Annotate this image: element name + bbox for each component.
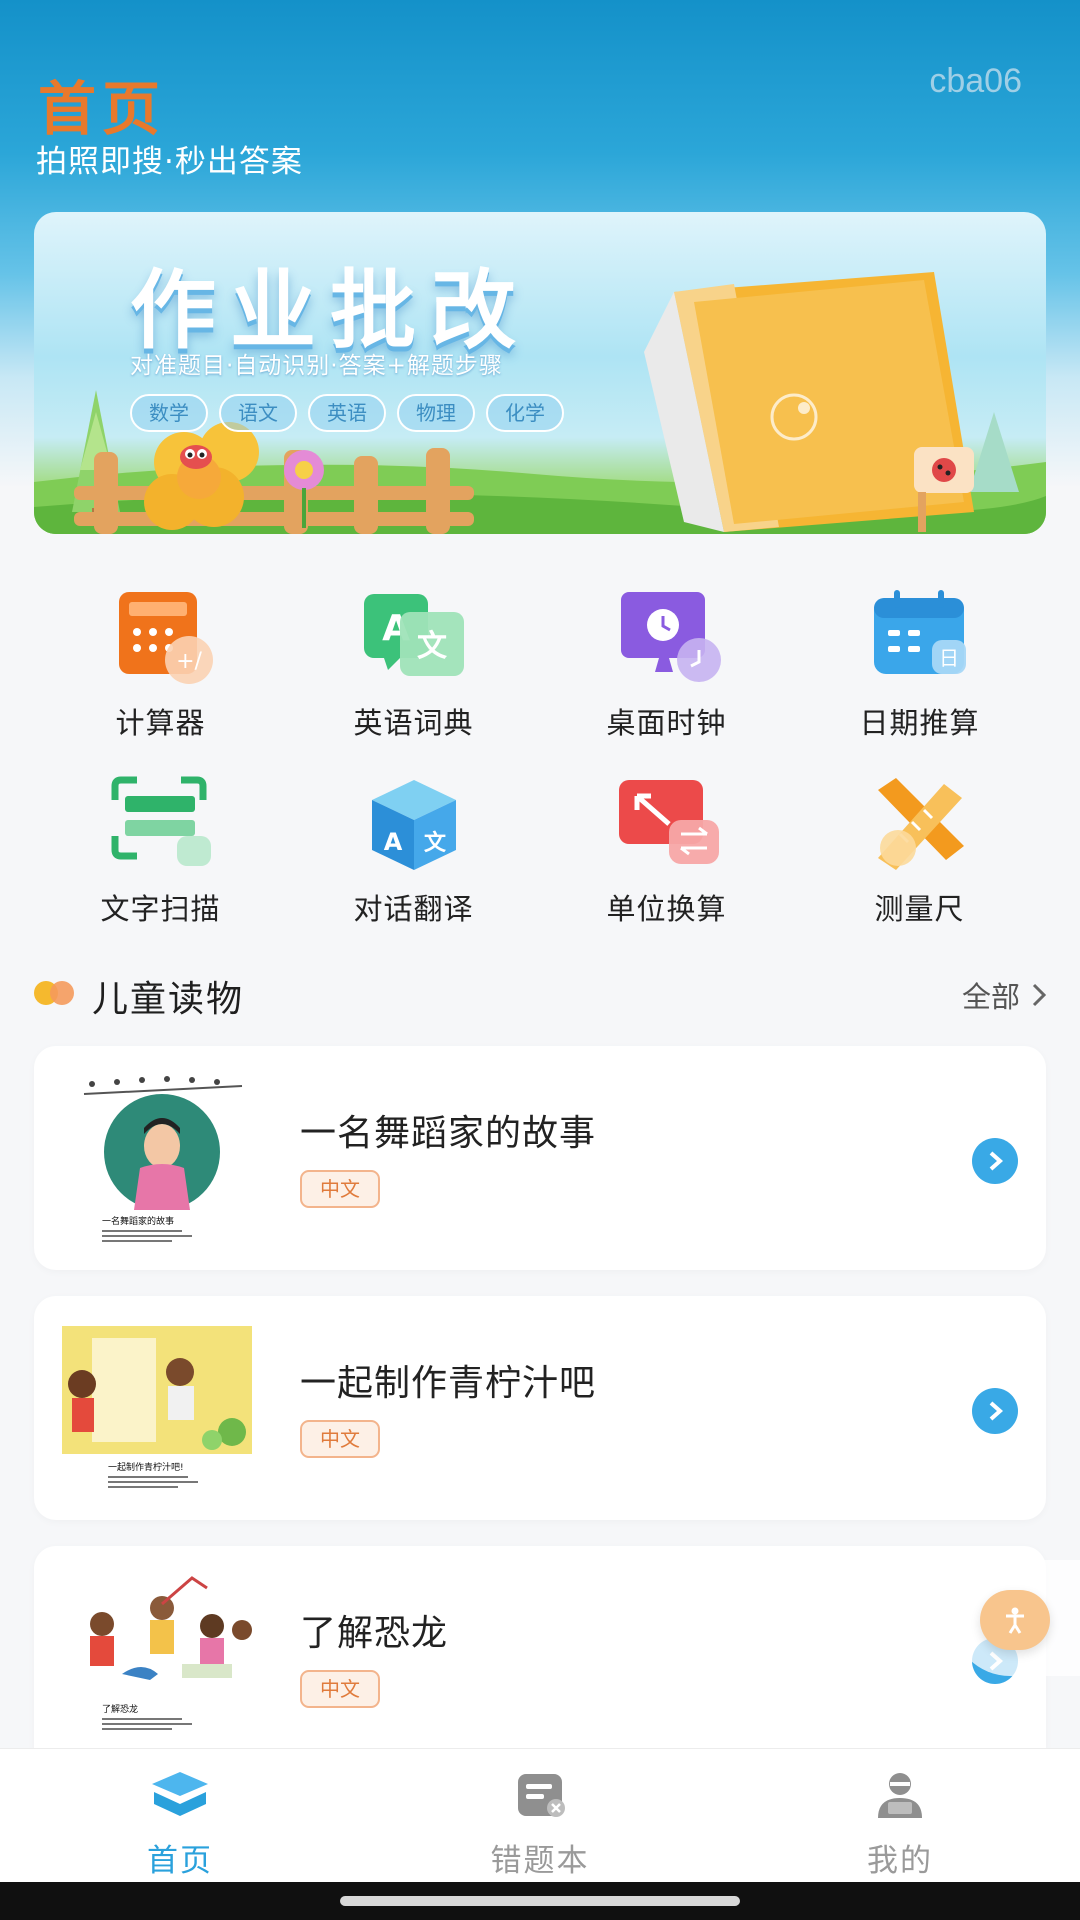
tool-english-dictionary[interactable]: A 文 英语词典 xyxy=(287,588,540,742)
subject-tag-chemistry: 化学 xyxy=(486,394,564,432)
scan-icon xyxy=(101,774,221,874)
tool-label: 桌面时钟 xyxy=(606,706,727,740)
tool-label: 文字扫描 xyxy=(100,892,221,926)
open-book-arrow-icon[interactable] xyxy=(972,1388,1018,1434)
subject-tag-math: 数学 xyxy=(130,394,208,432)
view-all-label: 全部 xyxy=(961,980,1020,1014)
tool-grid: +/ 计算器 A 文 英语词典 桌面时钟 日 日期推算 文字扫描 A 文 对话翻… xyxy=(34,588,1046,928)
nav-tab-profile[interactable]: 我的 xyxy=(720,1749,1080,1882)
banner-subtitle: 对准题目·自动识别·答案+解题步骤 xyxy=(130,353,503,379)
svg-text:A: A xyxy=(383,828,402,856)
book-title: 了解恐龙 xyxy=(300,1613,449,1654)
subject-tag-english: 英语 xyxy=(308,394,386,432)
tool-unit-convert[interactable]: 单位换算 xyxy=(540,774,793,928)
book-cover-caption: 一起制作青柠汁吧! xyxy=(108,1461,184,1473)
page-title: 首页 xyxy=(38,75,167,143)
svg-text:文: 文 xyxy=(417,629,447,664)
ruler-icon xyxy=(860,774,980,874)
nav-label: 错题本 xyxy=(490,1843,590,1879)
tool-ruler[interactable]: 测量尺 xyxy=(793,774,1046,928)
section-dots-icon xyxy=(34,981,80,1005)
language-tag: 中文 xyxy=(300,1420,380,1458)
svg-text:日: 日 xyxy=(939,646,959,670)
open-book-arrow-icon[interactable] xyxy=(972,1138,1018,1184)
tool-desk-clock[interactable]: 桌面时钟 xyxy=(540,588,793,742)
accessibility-float-button[interactable] xyxy=(980,1590,1050,1650)
subject-tag-chinese: 语文 xyxy=(219,394,297,432)
svg-text:+/: +/ xyxy=(176,649,202,674)
nav-tab-mistake-book[interactable]: 错题本 xyxy=(360,1749,720,1882)
language-tag: 中文 xyxy=(300,1170,380,1208)
homework-correction-banner[interactable]: 作业批改 对准题目·自动识别·答案+解题步骤 数学 语文 英语 物理 化学 xyxy=(34,212,1046,534)
tool-text-scan[interactable]: 文字扫描 xyxy=(34,774,287,928)
book-title: 一起制作青柠汁吧 xyxy=(300,1363,597,1404)
mistake-book-icon xyxy=(508,1767,572,1823)
tool-label: 对话翻译 xyxy=(353,892,474,926)
clock-icon xyxy=(607,588,727,688)
subject-tag-physics: 物理 xyxy=(397,394,475,432)
accessibility-icon xyxy=(1006,1607,1024,1634)
nav-tab-home[interactable]: 首页 xyxy=(0,1749,360,1882)
nav-label: 首页 xyxy=(147,1843,213,1879)
home-icon xyxy=(148,1767,212,1823)
children-reading-section-header: 儿童读物 全部 xyxy=(34,964,1046,1020)
tool-label: 日期推算 xyxy=(859,706,980,740)
page-subtitle: 拍照即搜·秒出答案 xyxy=(36,144,303,180)
profile-icon xyxy=(868,1767,932,1823)
user-id[interactable]: cba06 xyxy=(929,62,1022,101)
calculator-icon: +/ xyxy=(101,588,221,688)
tool-label: 测量尺 xyxy=(874,892,965,926)
book-card[interactable]: 了解恐龙 了解恐龙 中文 xyxy=(34,1546,1046,1770)
app-screen: 首页 拍照即搜·秒出答案 cba06 作业批改 对准题目·自动识别·答案+解题步… xyxy=(0,0,1080,1920)
tool-calculator[interactable]: +/ 计算器 xyxy=(34,588,287,742)
book-cover-image: 一名舞蹈家的故事 xyxy=(62,1064,262,1252)
tool-date-calc[interactable]: 日 日期推算 xyxy=(793,588,1046,742)
book-title: 一名舞蹈家的故事 xyxy=(300,1113,597,1154)
chevron-right-icon xyxy=(1032,983,1046,1007)
language-tag: 中文 xyxy=(300,1670,380,1708)
tool-label: 英语词典 xyxy=(353,706,474,740)
book-card[interactable]: 一起制作青柠汁吧! 一起制作青柠汁吧 中文 xyxy=(34,1296,1046,1520)
svg-text:文: 文 xyxy=(423,830,446,856)
calendar-icon: 日 xyxy=(860,588,980,688)
tool-label: 单位换算 xyxy=(606,892,727,926)
book-cover-caption: 一名舞蹈家的故事 xyxy=(102,1215,174,1227)
book-cover-caption: 了解恐龙 xyxy=(102,1703,138,1715)
book-cover-image: 了解恐龙 xyxy=(62,1564,262,1752)
nav-label: 我的 xyxy=(867,1843,933,1879)
home-indicator[interactable] xyxy=(340,1896,740,1906)
dictionary-icon: A 文 xyxy=(354,588,474,688)
unit-convert-icon xyxy=(607,774,727,874)
banner-subject-tags: 数学 语文 英语 物理 化学 xyxy=(130,394,564,432)
tool-label: 计算器 xyxy=(115,706,206,740)
tool-dialogue-translate[interactable]: A 文 对话翻译 xyxy=(287,774,540,928)
section-title: 儿童读物 xyxy=(92,979,245,1020)
bottom-nav: 首页 错题本 我的 xyxy=(0,1748,1080,1882)
book-card[interactable]: 一名舞蹈家的故事 一名舞蹈家的故事 中文 xyxy=(34,1046,1046,1270)
book-cover-image: 一起制作青柠汁吧! xyxy=(62,1314,262,1502)
view-all-link[interactable]: 全部 xyxy=(962,974,1046,1016)
translate-icon: A 文 xyxy=(354,774,474,874)
